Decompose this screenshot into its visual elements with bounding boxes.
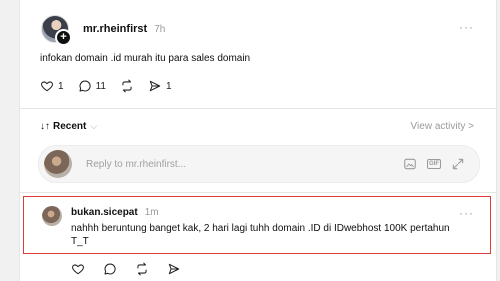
reply-button[interactable]: 11 [78,79,106,93]
comment-avatar[interactable] [42,206,62,226]
comment-text: nahhh beruntung banget kak, 2 hari lagi … [71,223,450,247]
comment-header: bukan.sicepat 1m [71,207,159,218]
heart-icon [41,81,53,92]
reply-input[interactable]: Reply to mr.rheinfirst... [86,159,393,170]
post-username[interactable]: mr.rheinfirst [83,23,147,35]
sort-dropdown[interactable]: ↓↑ Recent ⌵ [40,121,97,132]
comment-more-icon[interactable]: ··· [459,206,474,220]
follow-plus-icon[interactable]: + [55,29,72,46]
post-more-icon[interactable]: ··· [459,20,474,34]
avatar [44,150,72,178]
post-text: infokan domain .id murah itu para sales … [40,53,251,64]
divider [20,192,496,193]
send-icon [149,80,161,92]
reply-count: 11 [95,80,106,92]
share-button[interactable]: 1 [148,79,172,93]
sort-arrows-icon: ↓↑ [40,121,50,132]
image-icon[interactable] [403,157,417,171]
comment-username[interactable]: bukan.sicepat [71,207,138,218]
comment-icon [104,263,116,275]
chevron-down-icon: ⌵ [90,121,98,131]
comment-actions [71,262,195,276]
sort-label: Recent [53,121,87,132]
reply-composer[interactable]: Reply to mr.rheinfirst... GIF [38,145,480,183]
composer-tools: GIF [393,157,465,171]
repost-icon [122,79,132,93]
like-count: 1 [58,80,64,92]
like-button[interactable] [71,262,85,276]
post-time: 7h [154,23,166,35]
share-button[interactable] [167,262,181,276]
reply-button[interactable] [103,262,117,276]
share-count: 1 [165,80,172,92]
repost-button[interactable] [135,262,149,276]
heart-icon [72,264,84,275]
comment-icon [79,80,91,92]
post-header: + mr.rheinfirst 7h [41,14,166,46]
like-button[interactable]: 1 [40,79,64,93]
thread-panel: + mr.rheinfirst 7h ··· infokan domain .i… [19,0,497,281]
divider [20,108,496,109]
view-activity-link[interactable]: View activity > [411,121,474,132]
avatar[interactable]: + [41,15,72,46]
expand-icon[interactable] [451,157,465,171]
gif-icon[interactable]: GIF [427,157,441,171]
repost-icon [137,262,147,276]
comment-time: 1m [144,207,159,218]
send-icon [168,263,180,275]
post-actions: 1 11 1 [40,79,186,93]
repost-button[interactable] [120,79,134,93]
